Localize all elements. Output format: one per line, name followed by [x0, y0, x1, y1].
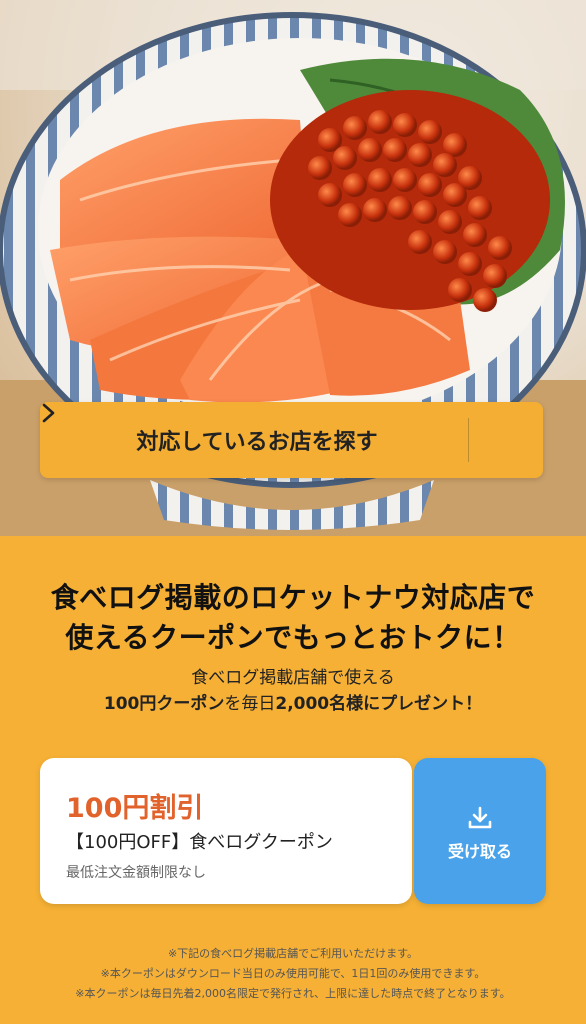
receive-label: 受け取る: [447, 842, 512, 861]
coupon-condition: 最低注文金額制限なし: [66, 865, 206, 881]
note-2: ※本クーポンはダウンロード当日のみ使用可能で、1日1回のみ使用できます。: [100, 967, 486, 980]
promo-description: 食べログ掲載店舗で使える 100円クーポンを毎日2,000名様にプレゼント！: [0, 665, 586, 717]
find-stores-label: 対応しているお店を探す: [136, 430, 378, 455]
note-3: ※本クーポンは毎日先着2,000名限定で発行され、上限に達した時点で終了となりま…: [75, 987, 511, 1000]
note-1: ※下記の食べログ掲載店舗でご利用いただけます。: [167, 947, 419, 960]
description-count: 2,000名様にプレゼント！: [275, 694, 483, 714]
headline-line1: 食べログ掲載のロケットナウ対応店で: [50, 581, 536, 614]
cta-divider: [468, 418, 469, 462]
receive-coupon-button[interactable]: 受け取る: [414, 758, 546, 904]
find-stores-button[interactable]: 対応しているお店を探す: [40, 402, 543, 478]
page-headline: 食べログ掲載のロケットナウ対応店で 使えるクーポンでもっとおトクに！: [0, 578, 586, 658]
coupon-name: 【100円OFF】食べログクーポン: [66, 832, 333, 853]
download-icon: [467, 806, 493, 834]
terms-notes: ※下記の食べログ掲載店舗でご利用いただけます。 ※本クーポンはダウンロード当日の…: [0, 944, 586, 1004]
description-mid: を毎日: [224, 694, 276, 714]
description-line1: 食べログ掲載店舗で使える: [191, 668, 395, 688]
description-amount: 100円クーポン: [103, 694, 225, 714]
description-line2: 100円クーポンを毎日2,000名様にプレゼント！: [0, 691, 586, 717]
coupon-card: 100円割引 【100円OFF】食べログクーポン 最低注文金額制限なし: [40, 758, 412, 904]
coupon-amount: 100円割引: [66, 793, 204, 824]
hero-image: 対応しているお店を探す: [0, 0, 586, 536]
headline-line2: 使えるクーポンでもっとおトクに！: [65, 621, 521, 654]
